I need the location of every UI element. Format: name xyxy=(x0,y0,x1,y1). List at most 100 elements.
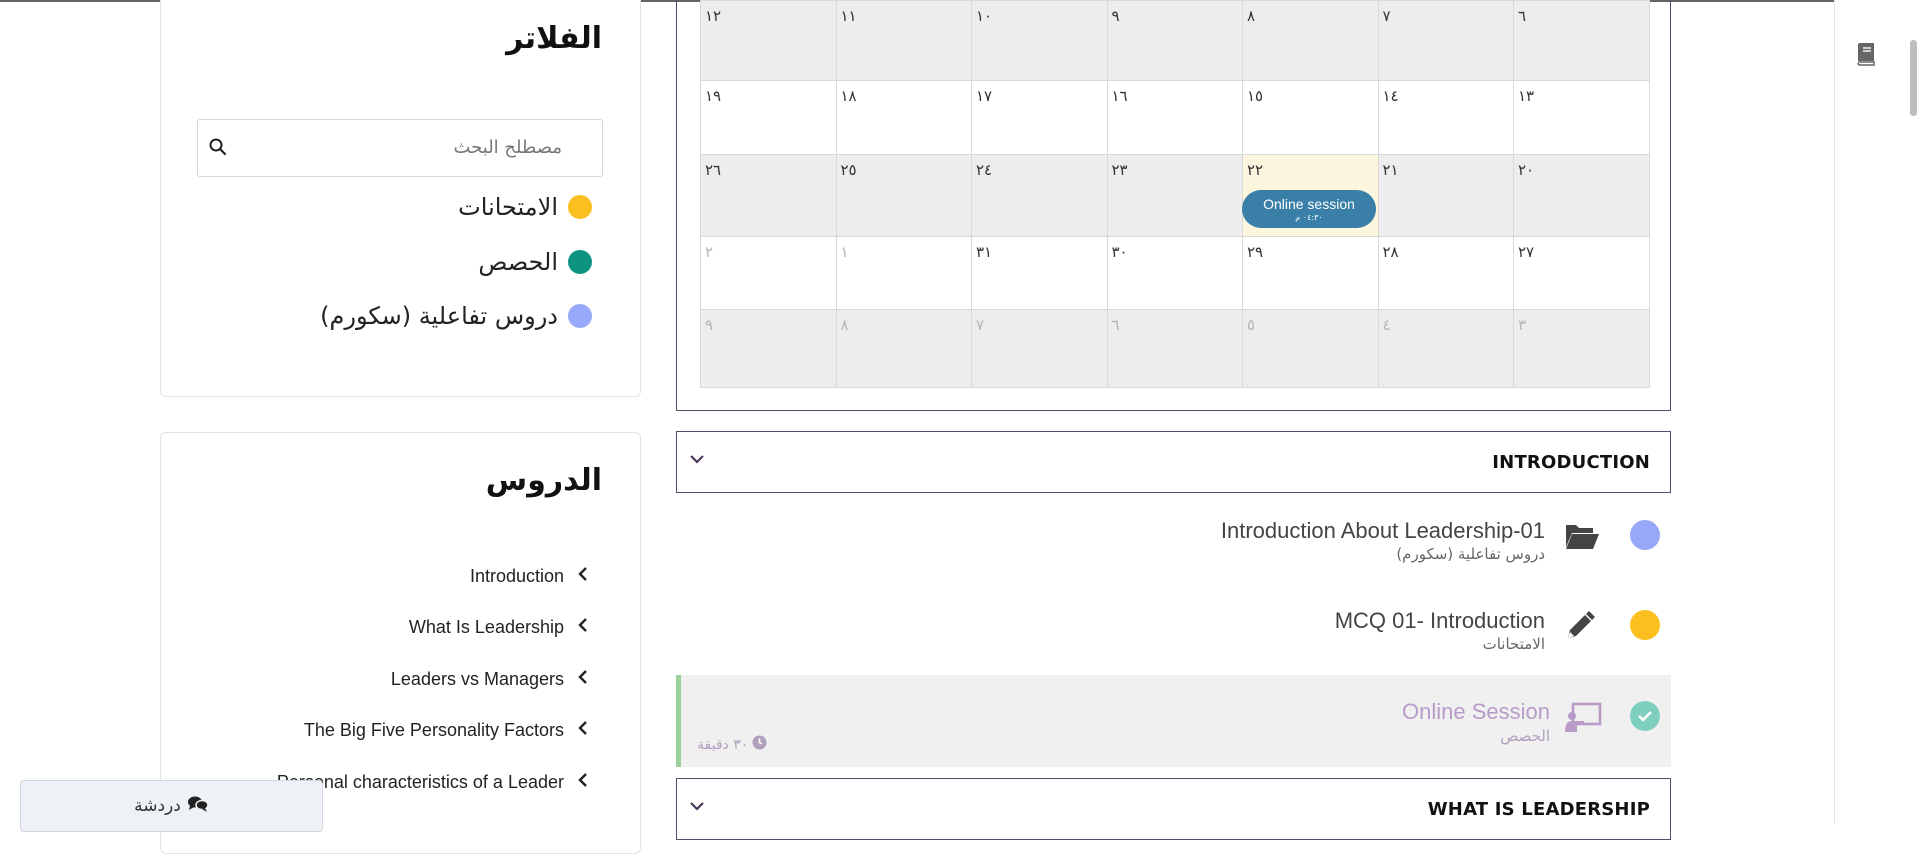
calendar-day[interactable]: ٨ xyxy=(836,310,972,388)
calendar-day[interactable]: ١٢ xyxy=(701,1,837,81)
clock-icon xyxy=(752,735,767,754)
item-title: MCQ 01- Introduction xyxy=(1334,608,1545,633)
lessons-title: الدروس xyxy=(485,463,602,498)
calendar-day-number: ٢٨ xyxy=(1382,243,1399,261)
calendar-day[interactable]: ١ xyxy=(836,237,972,310)
calendar-day[interactable]: ٢٣ xyxy=(1107,155,1243,237)
calendar-day[interactable]: ٤ xyxy=(1378,310,1514,388)
chat-label: دردشة xyxy=(134,796,181,816)
lesson-link-label: Introduction xyxy=(469,565,564,586)
item-title: Introduction About Leadership-01 xyxy=(1220,518,1545,543)
calendar-day-number: ٣١ xyxy=(976,243,993,261)
book-icon[interactable] xyxy=(1855,42,1877,71)
event-time: ٠٤:٣٠ م xyxy=(1295,213,1323,222)
section-title: WHAT IS LEADERSHIP xyxy=(1427,799,1650,820)
calendar-day[interactable]: ٣ xyxy=(1514,310,1650,388)
search-icon[interactable] xyxy=(208,137,228,162)
calendar-day[interactable]: ٣٠ xyxy=(1107,237,1243,310)
calendar-day[interactable]: ٢٩ xyxy=(1243,237,1379,310)
calendar-day-number: ١١ xyxy=(840,7,857,25)
list-item-online-session[interactable]: Online Session الحصص ٣٠ دقيقة xyxy=(676,675,1671,767)
calendar-day[interactable]: ١١ xyxy=(836,1,972,81)
section-header-introduction[interactable]: INTRODUCTION xyxy=(676,431,1671,493)
legend-classes[interactable]: الحصص xyxy=(478,246,592,278)
calendar-day-number: ١٦ xyxy=(1111,87,1128,105)
calendar-day-number: ٢٩ xyxy=(1247,243,1264,261)
calendar-day[interactable]: ٩ xyxy=(1107,1,1243,81)
calendar-day-number: ٢١ xyxy=(1382,161,1399,179)
exam-type-dot xyxy=(1630,610,1660,640)
calendar-day-number: ٢٤ xyxy=(976,161,993,179)
list-item-exam[interactable]: MCQ 01- Introduction الامتحانات xyxy=(676,582,1671,670)
item-type: دروس تفاعلية (سكورم) xyxy=(1396,545,1545,563)
chevron-left-icon xyxy=(572,720,594,741)
chevron-left-icon xyxy=(572,772,594,793)
calendar-day[interactable]: ٢٦ xyxy=(701,155,837,237)
calendar-day[interactable]: ٦ xyxy=(1514,1,1650,81)
duration-label: ٣٠ دقيقة xyxy=(697,736,749,753)
classes-color-dot xyxy=(568,250,592,274)
lesson-link-label: The Big Five Personality Factors xyxy=(303,719,564,740)
search-box xyxy=(197,119,603,177)
calendar-day[interactable]: ١٠ xyxy=(972,1,1108,81)
calendar-day-number: ٢٣ xyxy=(1111,161,1128,179)
section-header-what-is-leadership[interactable]: WHAT IS LEADERSHIP xyxy=(676,778,1671,840)
chevron-down-icon[interactable] xyxy=(689,799,705,817)
calendar-day[interactable]: ٢٠ xyxy=(1514,155,1650,237)
calendar-day[interactable]: ٢٥ xyxy=(836,155,972,237)
lesson-link-what-is-leadership[interactable]: What Is Leadership xyxy=(409,614,594,640)
calendar-day[interactable]: ٢٤ xyxy=(972,155,1108,237)
calendar-day-number: ١٢ xyxy=(705,7,722,25)
calendar-day-number: ١ xyxy=(840,243,849,261)
lesson-link-introduction[interactable]: Introduction xyxy=(470,563,594,589)
lesson-link-personal-characteristics[interactable]: Personal characteristics of a Leader xyxy=(277,769,594,795)
legend-label: الامتحانات xyxy=(458,193,558,221)
chevron-left-icon xyxy=(572,617,594,638)
list-item-scorm[interactable]: Introduction About Leadership-01 دروس تف… xyxy=(676,492,1671,580)
calendar-day[interactable]: ٥ xyxy=(1243,310,1379,388)
calendar-day[interactable]: ٢١ xyxy=(1378,155,1514,237)
legend-scorm[interactable]: دروس تفاعلية (سكورم) xyxy=(320,300,592,332)
pencil-icon xyxy=(1564,610,1596,647)
filters-panel: الفلاتر الامتحانات الحصص دروس تفاعلية (س… xyxy=(160,0,641,397)
calendar-day[interactable]: ٢٧ xyxy=(1514,237,1650,310)
calendar-day[interactable]: ١٣ xyxy=(1514,81,1650,155)
calendar-day[interactable]: ٧ xyxy=(1378,1,1514,81)
calendar-day[interactable]: ١٩ xyxy=(701,81,837,155)
calendar-day[interactable]: ١٨ xyxy=(836,81,972,155)
calendar-day-number: ١٠ xyxy=(976,7,993,25)
calendar-day[interactable]: ٢ xyxy=(701,237,837,310)
calendar-day-number: ١٤ xyxy=(1382,87,1399,105)
calendar-day-number: ٦ xyxy=(1518,7,1527,25)
calendar-day[interactable]: ١٤ xyxy=(1378,81,1514,155)
section-title: INTRODUCTION xyxy=(1492,452,1650,473)
calendar-day[interactable]: ٢٨ xyxy=(1378,237,1514,310)
calendar-event-online-session[interactable]: Online session ٠٤:٣٠ م xyxy=(1242,190,1376,228)
chat-button[interactable]: دردشة xyxy=(20,780,323,832)
calendar-day[interactable]: ٩ xyxy=(701,310,837,388)
calendar-day-number: ٥ xyxy=(1247,316,1256,334)
lesson-link-big-five[interactable]: The Big Five Personality Factors xyxy=(304,717,594,743)
scorm-type-dot xyxy=(1630,520,1660,550)
calendar-day[interactable]: ٣١ xyxy=(972,237,1108,310)
chevron-down-icon[interactable] xyxy=(689,452,705,470)
calendar-day[interactable]: ١٥ xyxy=(1243,81,1379,155)
legend-exams[interactable]: الامتحانات xyxy=(458,191,592,223)
search-input[interactable] xyxy=(262,120,602,174)
calendar-day-number: ٨ xyxy=(840,316,849,334)
calendar-day-number: ٩ xyxy=(705,316,714,334)
calendar-day[interactable]: ٨ xyxy=(1243,1,1379,81)
calendar-day[interactable]: ٧ xyxy=(972,310,1108,388)
lesson-link-leaders-vs-managers[interactable]: Leaders vs Managers xyxy=(391,666,594,692)
calendar-day-number: ٣٠ xyxy=(1111,243,1128,261)
chevron-left-icon xyxy=(572,566,594,587)
calendar-day[interactable]: ٦ xyxy=(1107,310,1243,388)
calendar-day[interactable]: ١٧ xyxy=(972,81,1108,155)
vertical-scrollbar[interactable] xyxy=(1910,40,1917,116)
calendar-day[interactable]: ١٦ xyxy=(1107,81,1243,155)
legend-label: دروس تفاعلية (سكورم) xyxy=(320,302,558,330)
exams-color-dot xyxy=(568,195,592,219)
calendar-day-number: ٢ xyxy=(705,243,714,261)
lesson-link-label: Leaders vs Managers xyxy=(390,668,564,689)
right-tool-rail xyxy=(1834,0,1917,824)
